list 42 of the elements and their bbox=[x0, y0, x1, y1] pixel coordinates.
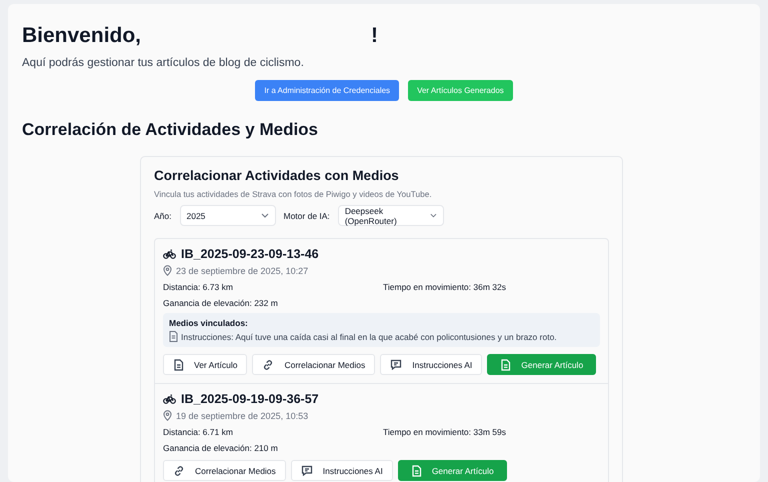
linked-media-item: Instrucciones: Aquí tuve una caída casi al final en la que acabé con policontusiones y un brazo roto. bbox=[181, 332, 557, 342]
activity-title: IB_2025-09-23-09-13-46 bbox=[181, 247, 319, 261]
document-icon bbox=[173, 358, 184, 370]
message-icon bbox=[390, 359, 402, 370]
subtitle: Aquí podrás gestionar tus artículos de blog de ciclismo. bbox=[22, 57, 305, 69]
ai-engine-select[interactable]: Deepseek (OpenRouter) bbox=[338, 205, 444, 226]
ai-instructions-button[interactable]: Instrucciones AI bbox=[290, 460, 393, 481]
location-pin-icon bbox=[163, 265, 172, 276]
activity-title: IB_2025-09-19-09-36-57 bbox=[181, 392, 319, 406]
section-heading: Correlación de Actividades y Medios bbox=[22, 120, 320, 140]
activity-date: 19 de septiembre de 2025, 10:53 bbox=[176, 410, 308, 420]
distance-text: Distancia: 6.73 km bbox=[163, 282, 234, 292]
location-pin-icon bbox=[163, 410, 172, 421]
bicycle-icon bbox=[163, 394, 176, 404]
correlate-media-button[interactable]: Correlacionar Medios bbox=[252, 354, 376, 375]
filter-label: Año: bbox=[154, 210, 172, 220]
document-icon bbox=[500, 358, 512, 370]
linked-media-title: Medios vinculados: bbox=[169, 318, 249, 328]
credentials-admin-button[interactable]: Ir a Administración de Credenciales bbox=[255, 80, 400, 101]
chevron-down-icon bbox=[430, 213, 437, 218]
message-icon bbox=[300, 465, 313, 476]
ai-instructions-button[interactable]: Instrucciones AI bbox=[380, 354, 482, 375]
document-icon bbox=[410, 464, 422, 476]
filter-label: Motor de IA: bbox=[284, 210, 330, 220]
activity-date: 23 de septiembre de 2025, 10:27 bbox=[176, 266, 308, 276]
chevron-down-icon bbox=[260, 213, 268, 218]
distance-text: Distancia: 6.71 km bbox=[163, 427, 234, 437]
bicycle-icon bbox=[163, 249, 176, 259]
file-icon bbox=[169, 331, 178, 342]
elevation-text: Ganancia de elevación: 210 m bbox=[163, 443, 279, 453]
welcome-heading: Bienvenido, bbox=[22, 24, 142, 48]
correlate-media-button[interactable]: Correlacionar Medios bbox=[163, 460, 286, 481]
view-article-button[interactable]: Ver Artículo bbox=[163, 354, 248, 375]
link-icon bbox=[262, 358, 274, 370]
exclamation-mark: ! bbox=[371, 24, 378, 48]
card-title: Correlacionar Actividades con Medios bbox=[154, 168, 400, 183]
moving-time-text: Tiempo en movimiento: 33m 59s bbox=[383, 427, 507, 437]
year-select[interactable]: 2025 bbox=[180, 205, 276, 226]
elevation-text: Ganancia de elevación: 232 m bbox=[163, 298, 279, 308]
link-icon bbox=[173, 464, 185, 476]
card-description: Vincula tus actividades de Strava con fotos de Piwigo y videos de YouTube. bbox=[154, 189, 433, 199]
moving-time-text: Tiempo en movimiento: 36m 32s bbox=[383, 282, 507, 292]
